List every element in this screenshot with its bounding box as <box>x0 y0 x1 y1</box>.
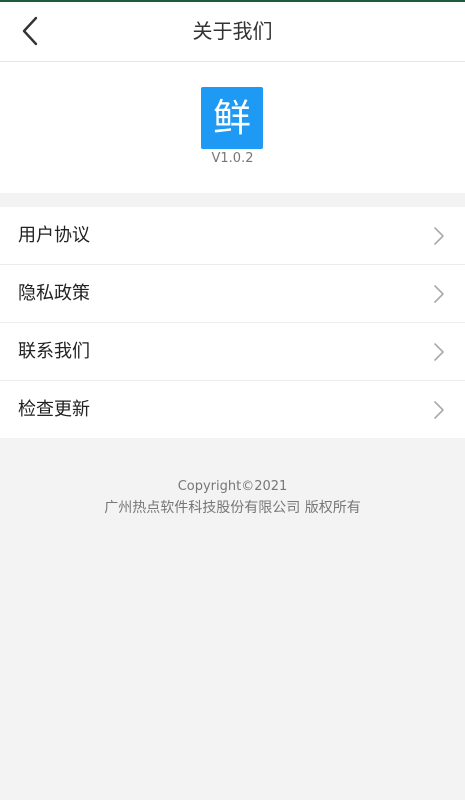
menu-item-user-agreement[interactable]: 用户协议 <box>0 207 465 265</box>
menu-item-contact-us[interactable]: 联系我们 <box>0 323 465 381</box>
app-logo-char: 鲜 <box>212 96 251 140</box>
app-logo: 鲜 <box>201 87 263 149</box>
menu-item-label: 检查更新 <box>18 399 90 420</box>
chevron-right-icon <box>434 227 444 245</box>
chevron-right-icon <box>434 285 444 303</box>
menu-item-label: 用户协议 <box>18 225 90 246</box>
footer: Copyright©2021 广州热点软件科技股份有限公司 版权所有 <box>0 478 465 518</box>
menu-item-label: 隐私政策 <box>18 283 90 304</box>
header-bar: 关于我们 <box>0 2 465 62</box>
copyright-text: Copyright©2021 <box>177 479 288 494</box>
page-title: 关于我们 <box>192 19 273 43</box>
company-text: 广州热点软件科技股份有限公司 版权所有 <box>104 500 361 516</box>
menu-item-privacy-policy[interactable]: 隐私政策 <box>0 265 465 323</box>
menu-item-check-update[interactable]: 检查更新 <box>0 381 465 438</box>
app-version: V1.0.2 <box>211 151 254 166</box>
chevron-right-icon <box>434 401 444 419</box>
menu-item-label: 联系我们 <box>18 341 90 362</box>
about-section: 鲜 V1.0.2 <box>0 62 465 193</box>
chevron-right-icon <box>434 343 444 361</box>
settings-menu: 用户协议 隐私政策 联系我们 检查更新 <box>0 207 465 438</box>
